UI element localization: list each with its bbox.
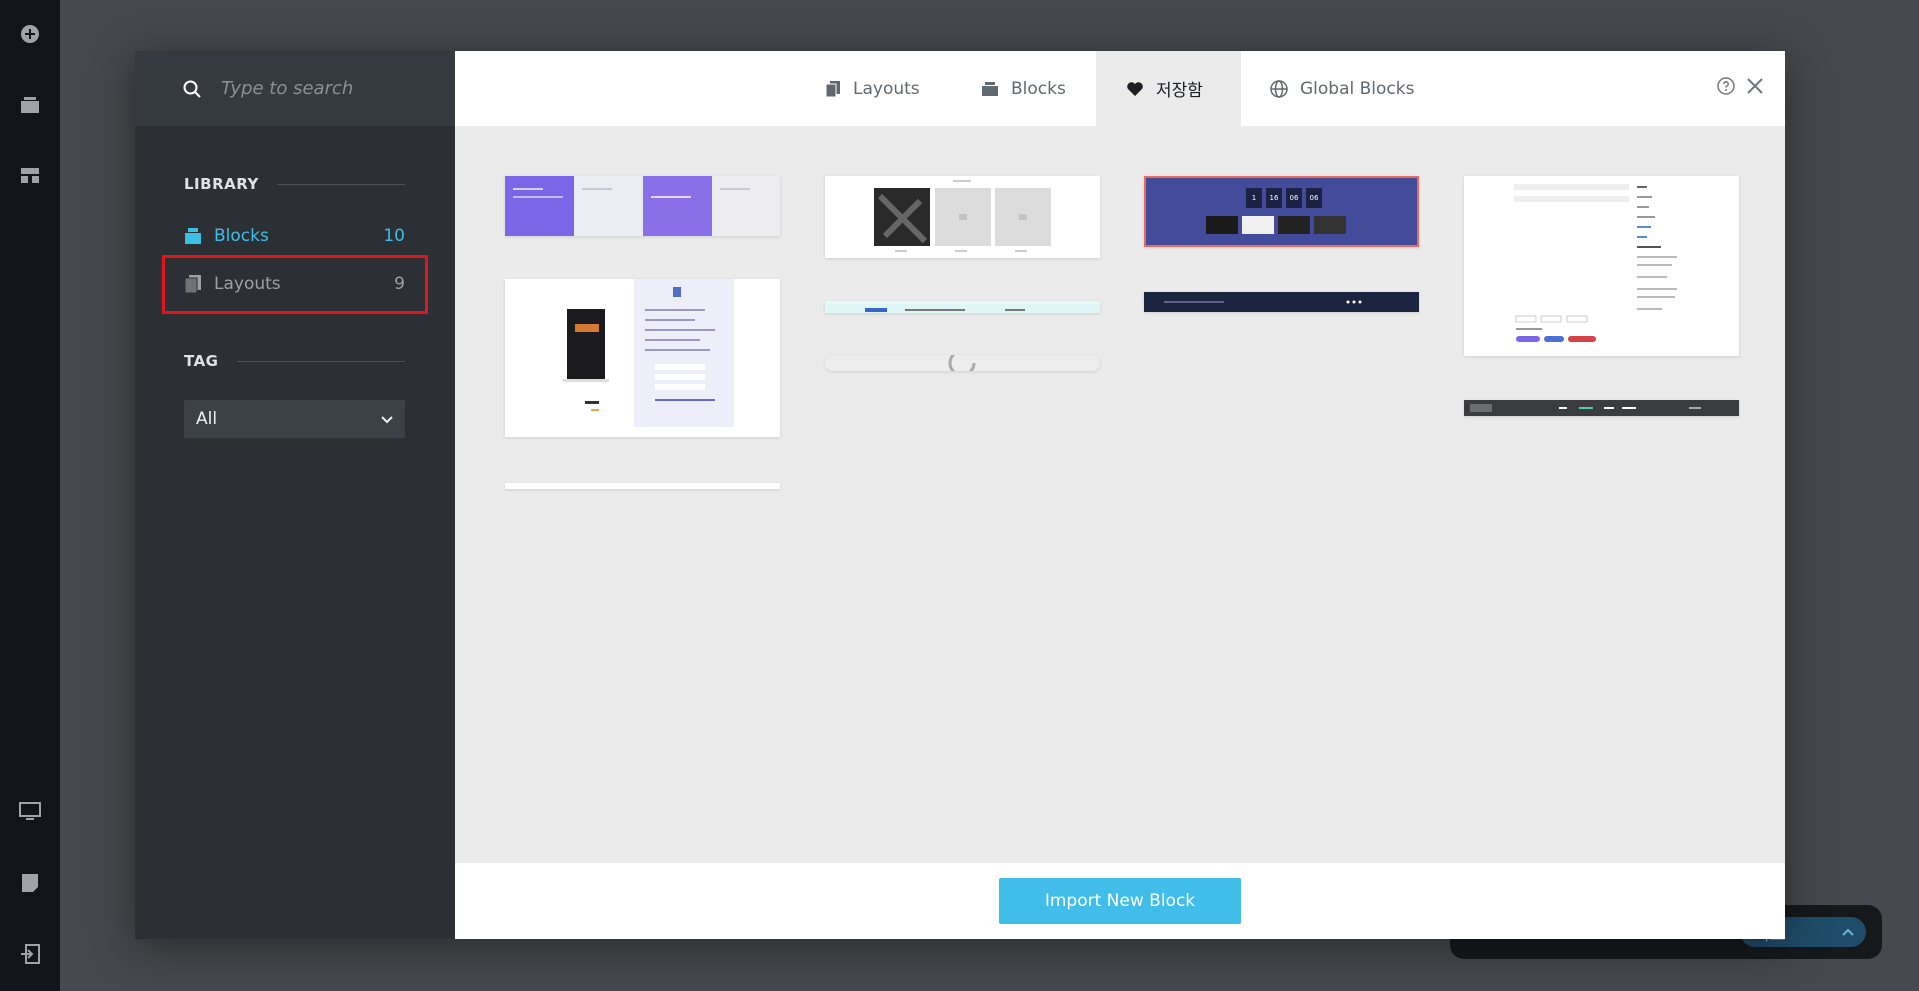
tab-label: Layouts — [853, 78, 920, 99]
saved-block-thumbnail[interactable] — [825, 301, 1100, 313]
globe-icon — [1270, 79, 1288, 98]
saved-block-thumbnail[interactable]: 1 16 06 06 — [1144, 176, 1419, 247]
tag-title: TAG — [184, 352, 219, 370]
countdown-day: 1 — [1252, 194, 1256, 202]
chevron-down-icon — [381, 409, 393, 429]
saved-block-thumbnail[interactable] — [505, 176, 780, 236]
library-item-label: Blocks — [214, 226, 269, 246]
loading-spinner-icon — [948, 355, 976, 371]
saved-block-thumbnail[interactable] — [1464, 400, 1739, 416]
library-section-title: LIBRARY — [184, 175, 405, 193]
saved-block-thumbnail[interactable] — [1464, 176, 1739, 356]
divider — [276, 183, 405, 185]
countdown-hour: 16 — [1270, 194, 1279, 202]
tab-bar: Layouts Blocks 저장함 Global Blocks — [455, 51, 1785, 126]
chevron-up-icon[interactable] — [1842, 925, 1854, 939]
blocks-icon — [185, 228, 201, 244]
modal-footer: Import New Block — [455, 863, 1785, 939]
exit-icon[interactable] — [18, 942, 42, 966]
saved-block-thumbnail[interactable] — [825, 176, 1100, 258]
layouts-icon — [825, 80, 841, 98]
desktop-preview-icon[interactable] — [18, 800, 42, 824]
search-icon — [183, 80, 201, 98]
help-icon[interactable] — [1717, 77, 1735, 95]
library-modal: LIBRARY Blocks 10 Layouts 9 TAG All — [135, 51, 1785, 939]
tab-global-blocks[interactable]: Global Blocks — [1270, 51, 1414, 126]
highlight-annotation — [162, 255, 428, 314]
close-icon[interactable] — [1745, 76, 1765, 96]
saved-block-thumbnail[interactable] — [1144, 292, 1419, 312]
saved-block-thumbnail[interactable] — [505, 279, 780, 437]
pages-icon[interactable] — [18, 871, 42, 895]
blocks-icon — [981, 81, 999, 97]
library-sidebar: LIBRARY Blocks 10 Layouts 9 TAG All — [135, 51, 455, 939]
blocks-icon[interactable] — [18, 93, 42, 117]
tab-label: Global Blocks — [1300, 78, 1415, 99]
divider — [236, 360, 405, 362]
layout-icon[interactable] — [18, 163, 42, 187]
loading-thumbnail — [825, 355, 1100, 371]
countdown-second: 06 — [1310, 194, 1319, 202]
import-new-block-button[interactable]: Import New Block — [999, 878, 1241, 924]
tag-section-title: TAG — [184, 352, 405, 370]
tab-layouts[interactable]: Layouts — [825, 51, 920, 126]
saved-block-thumbnail[interactable] — [505, 483, 780, 489]
add-element-icon[interactable] — [18, 22, 42, 46]
tab-label: Blocks — [1011, 78, 1066, 99]
heart-icon — [1126, 81, 1144, 97]
library-title: LIBRARY — [184, 175, 259, 193]
library-item-count: 10 — [383, 226, 405, 246]
tab-blocks[interactable]: Blocks — [981, 51, 1066, 126]
library-item-blocks[interactable]: Blocks 10 — [184, 222, 405, 250]
search-input[interactable] — [219, 77, 443, 100]
library-content: Layouts Blocks 저장함 Global Blocks 1 16 06… — [455, 51, 1785, 939]
editor-toolbar — [0, 0, 60, 991]
tab-label: 저장함 — [1156, 81, 1203, 101]
tag-selected-value: All — [196, 409, 218, 429]
countdown-minute: 06 — [1290, 194, 1299, 202]
tag-select[interactable]: All — [184, 400, 405, 438]
search-box — [135, 51, 455, 126]
tab-saved[interactable]: 저장함 — [1096, 51, 1241, 126]
